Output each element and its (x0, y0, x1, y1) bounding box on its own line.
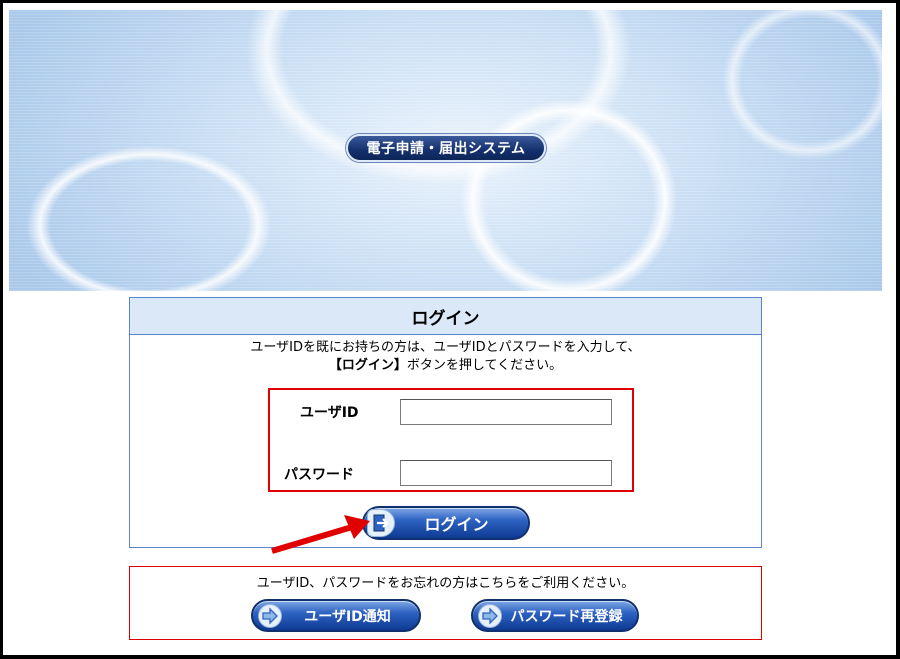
password-input[interactable] (400, 460, 612, 486)
arrow-right-icon (258, 603, 282, 628)
password-label: パスワード (284, 467, 354, 483)
login-instruction-emphasis: 【ログイン】 (328, 358, 407, 373)
forgot-credentials-text: ユーザID、パスワードをお忘れの方はこちらをご利用ください。 (256, 576, 635, 591)
login-panel: ログイン ユーザIDを既にお持ちの方は、ユーザIDとパスワードを入力して、 【ロ… (129, 297, 762, 548)
system-title-badge: 電子申請・届出システム (346, 134, 546, 162)
login-button[interactable]: ログイン (362, 506, 530, 540)
user-id-input[interactable] (400, 399, 612, 425)
forgot-credentials-panel: ユーザID、パスワードをお忘れの方はこちらをご利用ください。 ユーザID通知 パ… (129, 566, 762, 640)
credentials-highlight-box: ユーザID パスワード (268, 388, 634, 492)
login-panel-title: ログイン (130, 298, 761, 335)
arrow-right-icon (478, 603, 502, 628)
login-instruction-line2: 【ログイン】ボタンを押してください。 (130, 357, 761, 375)
user-id-label: ユーザID (300, 405, 359, 421)
login-button-label: ログイン (424, 515, 489, 534)
user-id-notify-label: ユーザID通知 (304, 608, 391, 625)
password-reregister-button[interactable]: パスワード再登録 (471, 599, 639, 632)
header-banner: 電子申請・届出システム (9, 10, 882, 291)
login-instruction-rest: ボタンを押してください。 (406, 358, 563, 373)
login-instruction-line1: ユーザIDを既にお持ちの方は、ユーザIDとパスワードを入力して、 (250, 340, 641, 355)
user-id-notify-button[interactable]: ユーザID通知 (251, 599, 421, 632)
password-reregister-label: パスワード再登録 (510, 608, 623, 625)
door-arrow-icon (367, 509, 395, 537)
